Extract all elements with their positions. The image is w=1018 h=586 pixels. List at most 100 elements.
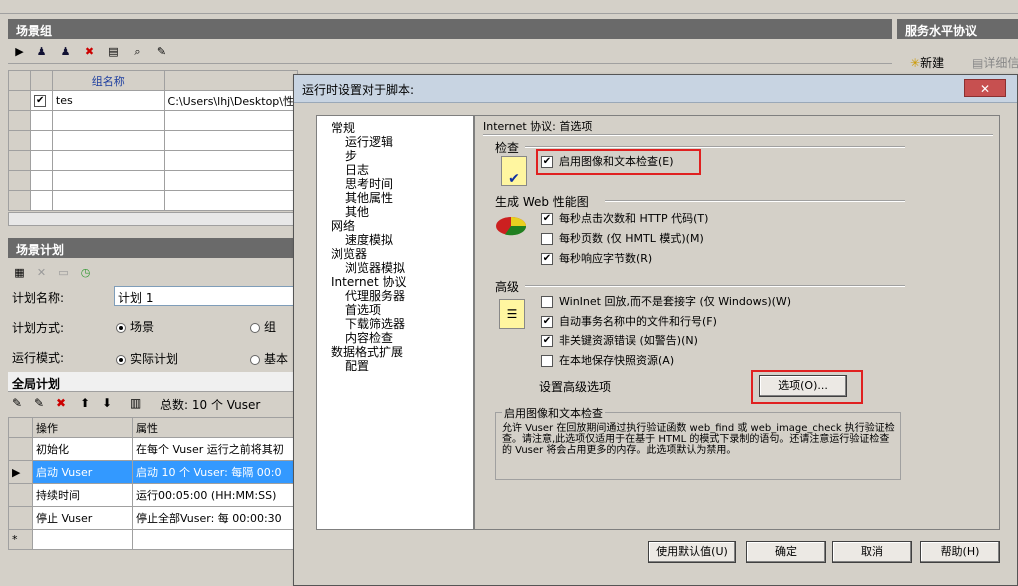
edit-action-icon[interactable]: ✎ — [12, 396, 22, 410]
run-mode-label: 运行模式: — [12, 351, 65, 365]
description-box: 启用图像和文本检查 允许 Vuser 在回放期间通过执行验证函数 web_fin… — [495, 405, 901, 480]
checkbox-icon — [541, 296, 553, 308]
tree-node[interactable]: 下载筛选器 — [321, 317, 469, 331]
delete-action-icon[interactable]: ✖ — [56, 396, 66, 410]
group-checkbox[interactable]: ✔ — [30, 90, 53, 111]
mode-scenario-radio[interactable]: 场景 — [116, 318, 154, 335]
dialog-title: 运行时设置对于脚本: — [302, 83, 415, 97]
checkbox-header — [30, 70, 53, 91]
toolbar-button[interactable] — [140, 0, 159, 13]
group-name[interactable]: tes — [51, 90, 165, 111]
new-schedule-icon[interactable]: ▦ — [10, 263, 29, 282]
edit-icon[interactable]: ✎ — [152, 42, 171, 61]
ok-button[interactable]: 确定 — [746, 541, 826, 563]
schedule-name-input[interactable]: 计划 1 — [114, 286, 298, 306]
vusers-remove-icon[interactable]: ✖ — [80, 42, 99, 61]
divider — [605, 200, 905, 202]
sla-detail-button[interactable]: ▤详细信 — [972, 54, 1018, 71]
checkbox-icon: ✔ — [541, 335, 553, 347]
sla-new-button[interactable]: ✳新建 — [910, 54, 944, 71]
non-critical-checkbox[interactable]: ✔ 非关键资源错误 (如警告)(N) — [541, 331, 698, 351]
schedule-clock-icon[interactable]: ◷ — [76, 263, 95, 282]
toolbar-button[interactable] — [6, 0, 25, 13]
tree-node[interactable]: 网络 — [321, 219, 469, 233]
perf-hits-checkbox[interactable]: ✔ 每秒点击次数和 HTTP 代码(T) — [541, 209, 708, 229]
action-name[interactable]: 启动 Vuser — [32, 460, 133, 484]
details-icon[interactable]: ▤ — [104, 42, 123, 61]
sla-header: 服务水平协议 — [897, 19, 1018, 39]
row-selector[interactable] — [8, 506, 33, 530]
tree-node[interactable]: 步 — [321, 149, 469, 163]
row-selector[interactable] — [7, 90, 32, 111]
play-icon[interactable]: ▶ — [10, 42, 29, 61]
tree-node[interactable]: 其他 — [321, 205, 469, 219]
perf-pages-checkbox[interactable]: 每秒页数 (仅 HMTL 模式)(M) — [541, 229, 704, 249]
row-selector[interactable] — [8, 483, 33, 507]
advanced-section-title: 高级 — [495, 280, 520, 294]
advanced-options-label: 设置高级选项 — [539, 380, 612, 394]
options-button[interactable]: 选项(O)... — [759, 375, 847, 397]
tree-node[interactable]: 思考时间 — [321, 177, 469, 191]
toolbar-button[interactable] — [30, 0, 49, 13]
toolbar-button[interactable] — [85, 0, 104, 13]
tree-node[interactable]: 其他属性 — [321, 191, 469, 205]
description-text: 允许 Vuser 在回放期间通过执行验证函数 web_find 或 web_im… — [502, 423, 895, 456]
row-selector[interactable] — [7, 150, 32, 171]
snapshot-checkbox[interactable]: 在本地保存快照资源(A) — [541, 351, 674, 371]
add-action-icon[interactable]: ✎ — [34, 396, 44, 410]
action-name[interactable]: 持续时间 — [32, 483, 133, 507]
row-selector[interactable]: ▶ — [8, 460, 33, 484]
image-text-check-checkbox[interactable]: ✔ 启用图像和文本检查(E) — [541, 152, 674, 172]
row-selector[interactable] — [7, 190, 32, 211]
toolbar-button[interactable] — [116, 0, 135, 13]
tree-node[interactable]: 运行逻辑 — [321, 135, 469, 149]
tree-node[interactable]: 常规 — [321, 121, 469, 135]
toolbar-button[interactable] — [55, 0, 74, 13]
tree-node[interactable]: 日志 — [321, 163, 469, 177]
rename-icon[interactable]: ▭ — [54, 263, 73, 282]
row-selector[interactable] — [8, 437, 33, 461]
copy-icon[interactable]: ▥ — [130, 396, 141, 410]
wininet-checkbox[interactable]: WinInet 回放,而不是套接字 (仅 Windows)(W) — [541, 292, 791, 312]
action-attr[interactable]: 运行00:05:00 (HH:MM:SS) — [132, 483, 298, 507]
perf-bytes-checkbox[interactable]: ✔ 每秒响应字节数(R) — [541, 249, 652, 269]
action-name[interactable]: 停止 Vuser — [32, 506, 133, 530]
run-basic-radio[interactable]: 基本 — [250, 350, 288, 367]
tree-node[interactable]: 代理服务器 — [321, 289, 469, 303]
tree-node[interactable]: 内容检查 — [321, 331, 469, 345]
action-attr[interactable]: 在每个 Vuser 运行之前将其初 — [132, 437, 298, 461]
tree-node[interactable]: 浏览器模拟 — [321, 261, 469, 275]
view-script-icon[interactable]: ⌕ — [128, 42, 147, 61]
close-button[interactable]: ✕ — [964, 79, 1006, 97]
vusers-add-icon[interactable]: ♟ — [56, 42, 75, 61]
horizontal-scrollbar[interactable] — [8, 212, 298, 226]
move-down-icon[interactable]: ⬇ — [102, 396, 112, 410]
move-up-icon[interactable]: ⬆ — [80, 396, 90, 410]
tree-node[interactable]: 浏览器 — [321, 247, 469, 261]
file-line-checkbox[interactable]: ✔ 自动事务名称中的文件和行号(F) — [541, 312, 717, 332]
run-real-radio[interactable]: 实际计划 — [116, 350, 178, 367]
scenario-groups-toolbar: ▶ ♟ ♟ ✖ ▤ ⌕ ✎ — [8, 40, 892, 64]
web-perf-section-title: 生成 Web 性能图 — [495, 195, 589, 209]
action-attr[interactable]: 停止全部Vuser: 每 00:00:30 — [132, 506, 298, 530]
mode-group-radio[interactable]: 组 — [250, 318, 276, 335]
tree-node[interactable]: 速度模拟 — [321, 233, 469, 247]
cancel-button[interactable]: 取消 — [832, 541, 912, 563]
tree-node[interactable]: 数据格式扩展 — [321, 345, 469, 359]
delete-icon[interactable]: ✕ — [32, 263, 51, 282]
action-name[interactable]: 初始化 — [32, 437, 133, 461]
group-name-header[interactable]: 组名称 — [51, 70, 165, 91]
tree-node[interactable]: Internet 协议 — [321, 275, 469, 289]
row-selector[interactable] — [7, 170, 32, 191]
help-button[interactable]: 帮助(H) — [920, 541, 1000, 563]
row-selector[interactable] — [7, 130, 32, 151]
check-doc-icon: ✔ — [501, 156, 527, 187]
radio-icon — [116, 322, 126, 333]
action-attr[interactable]: 启动 10 个 Vuser: 每隔 00:0 — [132, 460, 298, 484]
row-selector[interactable] — [7, 110, 32, 131]
vusers-icon[interactable]: ♟ — [32, 42, 51, 61]
tree-node-selected[interactable]: 首选项 — [321, 303, 469, 317]
use-defaults-button[interactable]: 使用默认值(U) — [648, 541, 736, 563]
tree-node[interactable]: 配置 — [321, 359, 469, 373]
mode-group-label: 组 — [264, 320, 277, 334]
